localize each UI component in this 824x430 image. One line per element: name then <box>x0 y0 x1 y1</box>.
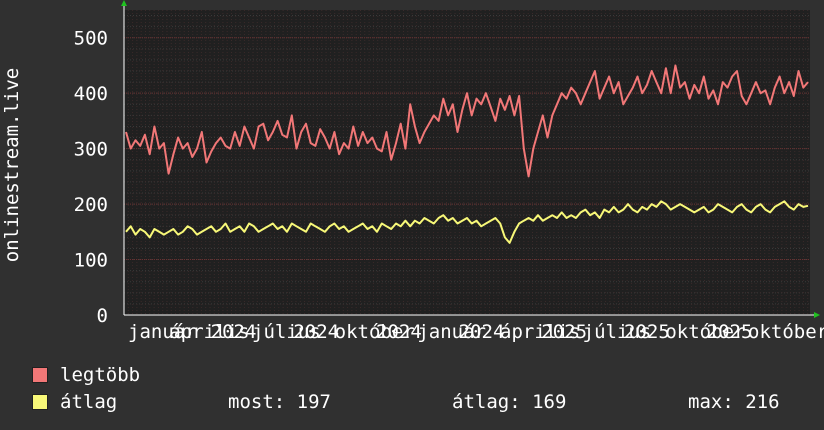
legend-item-atlag: átlag <box>32 391 117 413</box>
y-tick-label: 100 <box>74 250 108 272</box>
legend-swatch-atlag <box>32 394 48 410</box>
legend-label-legtobb: legtöbb <box>60 364 141 386</box>
stat-max: max: 216 <box>688 391 780 413</box>
y-axis-label: onlinestream.live <box>1 67 23 263</box>
x-tick-label: 2025 <box>541 321 587 343</box>
y-tick-label: 500 <box>74 28 108 50</box>
y-tick-label: 300 <box>74 139 108 161</box>
stat-now: most: 197 <box>228 391 331 413</box>
x-tick-label: 2024 <box>459 321 505 343</box>
x-tick-label: 2025 <box>624 321 670 343</box>
x-axis-arrow <box>814 312 820 318</box>
y-tick-label: 400 <box>74 83 108 105</box>
x-tick-label: október <box>748 321 824 343</box>
y-tick-label: 0 <box>97 305 108 327</box>
x-tick-label: 2024 <box>376 321 422 343</box>
x-tick-label: 2025 <box>707 321 753 343</box>
y-axis-arrow <box>121 0 127 6</box>
legend-swatch-legtobb <box>32 367 48 383</box>
y-tick-labels: 0 100 200 300 400 500 <box>74 28 108 327</box>
stat-average: átlag: 169 <box>452 391 567 413</box>
x-tick-label: 2024 <box>211 321 257 343</box>
legend-item-legtobb: legtöbb <box>32 364 140 386</box>
y-tick-label: 200 <box>74 194 108 216</box>
x-tick-label: 2024 <box>293 321 339 343</box>
x-tick-labels: januáráprilis2024július2024október2024ja… <box>128 321 824 343</box>
legend-label-atlag: átlag <box>60 391 118 413</box>
